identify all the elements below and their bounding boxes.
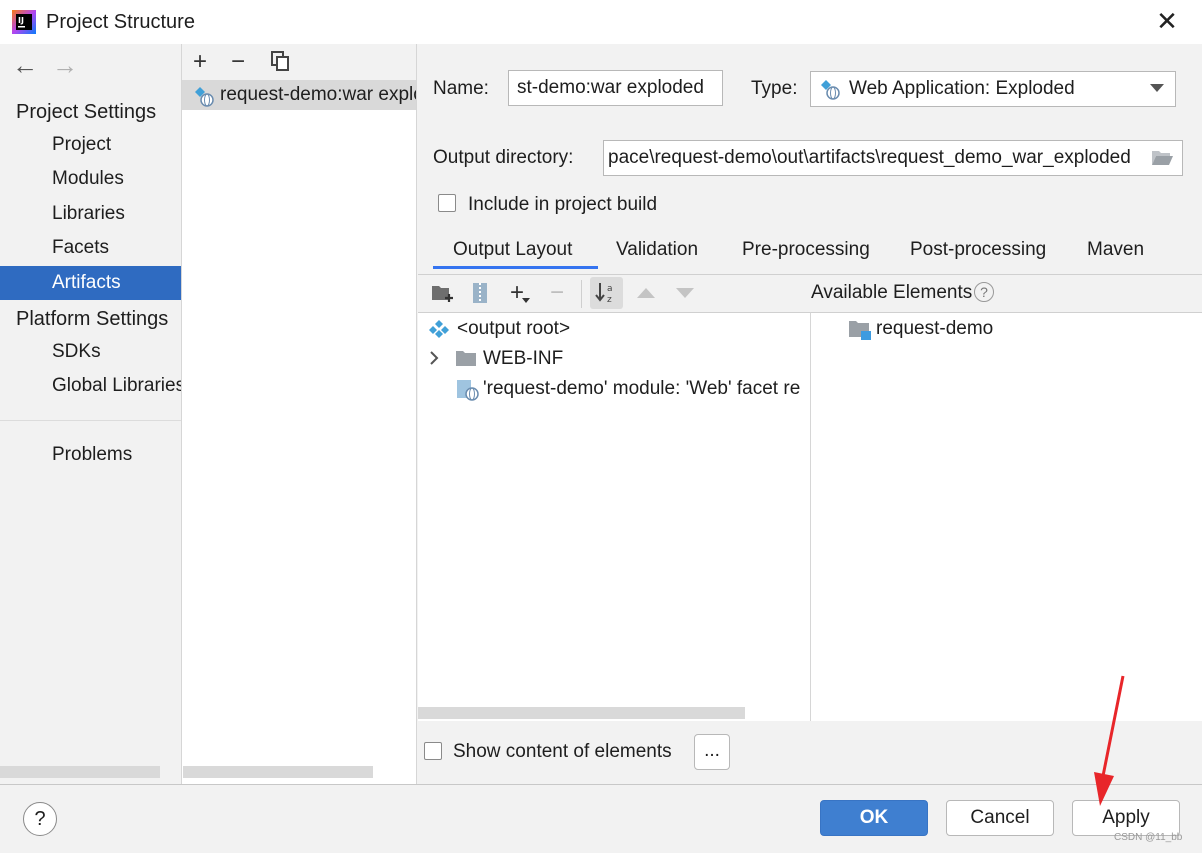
output-directory-field[interactable]: pace\request-demo\out\artifacts\request_… [603,140,1183,176]
list-item[interactable]: request-demo:war exploded [182,80,416,110]
platform-settings-header: Platform Settings [16,308,169,330]
new-directory-icon[interactable] [431,283,455,303]
type-select[interactable]: Web Application: Exploded [810,71,1176,107]
tab-pre-processing[interactable]: Pre-processing [742,239,870,261]
name-field[interactable]: st-demo:war exploded [508,70,723,106]
tree-scrollbar[interactable] [418,707,745,719]
output-layout-toolbar [418,274,1202,313]
web-artifact-icon [195,87,214,107]
nav-item-sdks[interactable]: SDKs [0,335,181,369]
available-elements-label: Available Elements [811,282,973,303]
tab-validation[interactable]: Validation [616,239,698,261]
toolbar-divider [581,280,582,308]
add-dropdown-icon[interactable] [522,298,530,304]
nav-item-libraries[interactable]: Libraries [0,197,181,231]
cancel-button[interactable]: Cancel [946,800,1054,836]
type-label: Type: [751,78,798,99]
output-directory-label: Output directory: [433,147,574,168]
sort-alphabetically-icon: a z [595,283,613,305]
tab-output-layout[interactable]: Output Layout [453,239,572,261]
nav-item-modules[interactable]: Modules [0,162,181,196]
available-elements-tree [810,312,1202,721]
svg-text:IJ: IJ [18,16,24,25]
svg-text:z: z [607,295,612,305]
include-build-label: Include in project build [468,194,658,215]
web-application-icon [821,80,840,100]
close-icon[interactable]: ✕ [1154,8,1180,34]
show-content-checkbox[interactable] [424,742,442,760]
folder-icon [456,351,476,366]
artifact-list [182,44,417,784]
copy-icon[interactable] [270,51,290,71]
active-tab-indicator [433,266,598,269]
folder-open-icon[interactable] [1150,148,1174,168]
module-folder-icon [849,321,871,340]
annotation-arrow [1094,675,1125,806]
nav-item-artifacts[interactable]: Artifacts [0,266,181,300]
back-arrow-icon[interactable]: ← [12,52,38,78]
artifact-name-label: request-demo:war exploded [220,84,416,105]
nav-item-facets[interactable]: Facets [0,231,181,265]
tree-item-web-facet[interactable]: 'request-demo' module: 'Web' facet re [483,378,809,400]
forward-arrow-icon[interactable]: → [52,52,78,78]
remove-artifact-button[interactable]: − [231,49,245,75]
chevron-down-icon[interactable] [1150,84,1164,94]
artifact-icon [429,320,449,338]
ok-button[interactable]: OK [820,800,928,836]
sort-toggle[interactable]: a z [590,277,623,309]
tab-maven[interactable]: Maven [1087,239,1144,261]
add-artifact-button[interactable]: + [193,49,207,75]
include-build-checkbox[interactable] [438,194,456,212]
intellij-app-icon: IJ [12,10,36,34]
nav-item-global-libraries[interactable]: Global Libraries [0,369,181,403]
help-button[interactable]: ? [23,802,57,836]
chevron-right-icon[interactable] [429,350,439,366]
move-up-icon[interactable] [636,287,656,299]
tree-item-web-inf[interactable]: WEB-INF [483,348,563,370]
name-label: Name: [433,78,489,99]
help-icon[interactable]: ? [974,282,994,302]
more-options-button[interactable]: ... [694,734,730,770]
window-title: Project Structure [46,11,195,33]
nav-divider [0,420,181,421]
remove-element-button[interactable]: − [550,280,564,306]
tree-item-output-root[interactable]: <output root> [457,318,570,340]
show-content-label: Show content of elements [453,741,672,762]
artifact-list-toolbar [182,44,416,80]
list-scrollbar[interactable] [183,766,373,778]
nav-item-problems[interactable]: Problems [0,438,181,472]
svg-text:a: a [607,284,613,294]
move-down-icon[interactable] [675,287,695,299]
web-facet-icon [457,380,479,401]
archive-icon[interactable] [471,282,489,304]
output-layout-tree [418,312,810,721]
nav-item-project[interactable]: Project [0,128,181,162]
available-item-request-demo[interactable]: request-demo [876,318,993,340]
nav-scrollbar[interactable] [0,766,160,778]
watermark-text: CSDN @11_bb [1114,832,1183,843]
project-settings-header: Project Settings [16,101,157,123]
type-select-value: Web Application: Exploded [849,78,1075,99]
tab-post-processing[interactable]: Post-processing [910,239,1046,261]
